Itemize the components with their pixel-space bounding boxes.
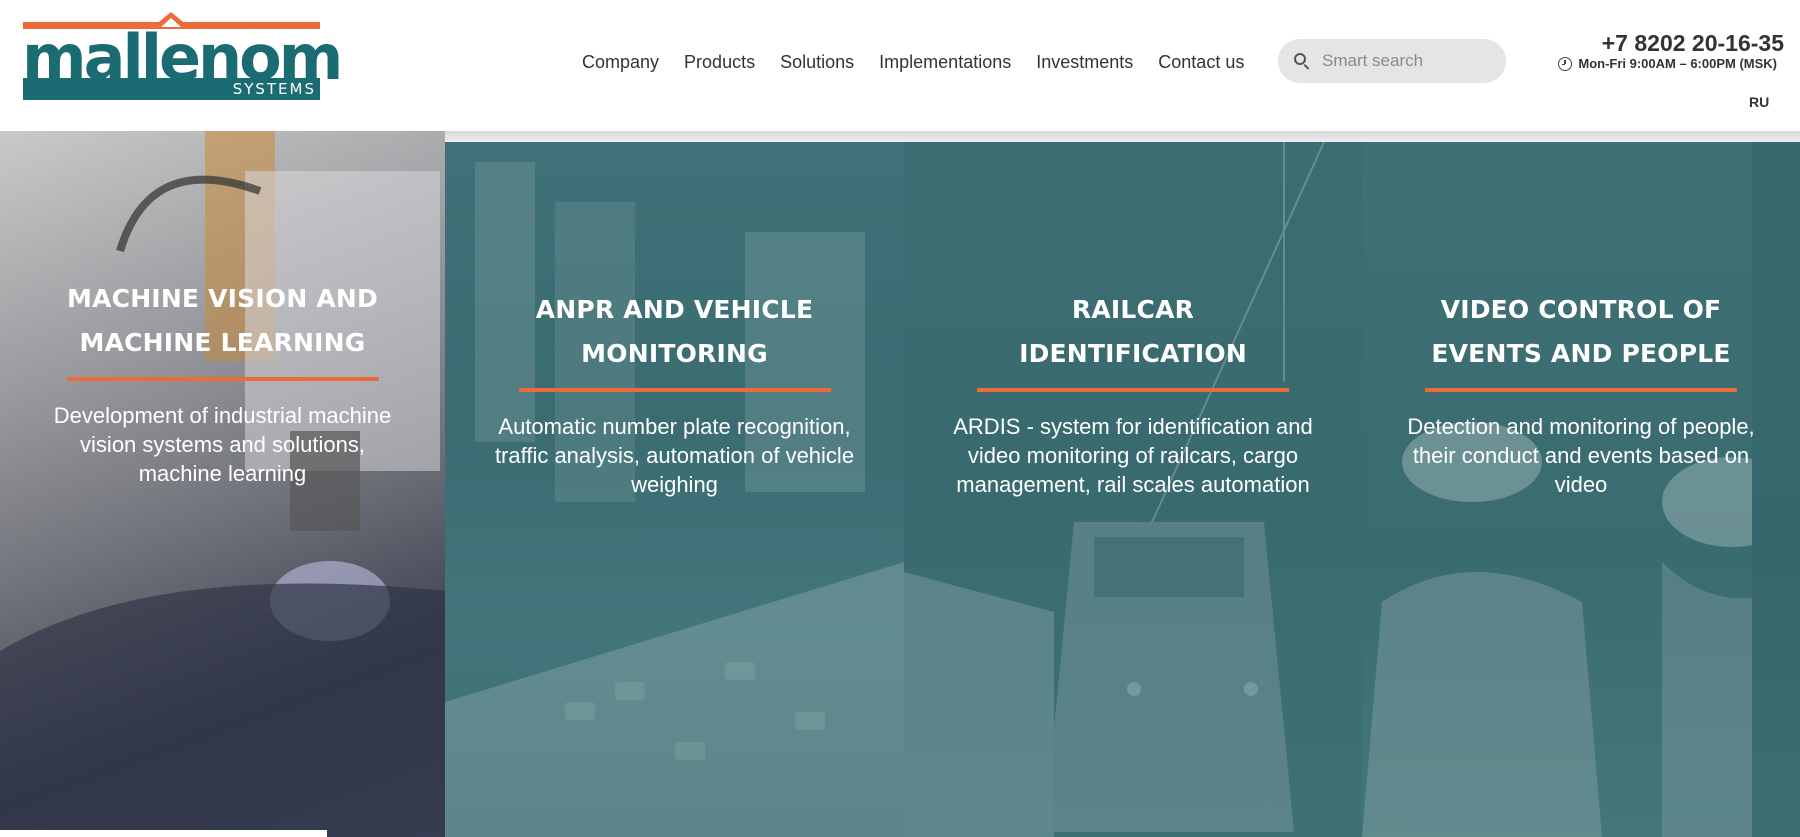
panel-title-line1: ANPR AND VEHICLE [535, 295, 814, 324]
panel-description: Development of industrial machine vision… [53, 403, 392, 486]
panel-divider [518, 388, 831, 392]
panel-machine-vision[interactable]: MACHINE VISION AND MACHINE LEARNING Deve… [0, 131, 445, 837]
panel-title-line2: IDENTIFICATION [1019, 339, 1247, 368]
nav-item-products[interactable]: Products [684, 50, 755, 74]
phone-number[interactable]: +7 8202 20-16-35 [1602, 29, 1784, 57]
main-nav: Company Products Solutions Implementatio… [582, 50, 1269, 74]
panel-title: MACHINE VISION AND MACHINE LEARNING [0, 277, 445, 365]
panel-title-line2: MACHINE LEARNING [79, 328, 366, 357]
panel-title-line2: MONITORING [581, 339, 768, 368]
panel-content: VIDEO CONTROL OF EVENTS AND PEOPLE Detec… [1362, 288, 1800, 499]
panel-title-line1: MACHINE VISION AND [67, 284, 378, 313]
company-logo[interactable]: mallenom SYSTEMS [22, 12, 343, 103]
working-hours: Mon-Fri 9:00AM – 6:00PM (MSK) [1558, 56, 1777, 72]
panel-description: Detection and monitoring of people, thei… [1407, 414, 1755, 497]
nav-item-company[interactable]: Company [582, 50, 659, 74]
panel-description: ARDIS - system for identification and vi… [953, 414, 1313, 497]
smart-search-box[interactable] [1278, 39, 1506, 83]
nav-item-contact-us[interactable]: Contact us [1158, 50, 1244, 74]
panel-anpr-vehicle-monitoring[interactable]: ANPR AND VEHICLE MONITORING Automatic nu… [445, 142, 904, 837]
language-switch[interactable]: RU [1749, 94, 1769, 110]
panel-title-line2: EVENTS AND PEOPLE [1431, 339, 1731, 368]
nav-item-solutions[interactable]: Solutions [780, 50, 854, 74]
logo-subtitle: SYSTEMS [232, 80, 316, 98]
nav-item-implementations[interactable]: Implementations [879, 50, 1011, 74]
solutions-panels: MACHINE VISION AND MACHINE LEARNING Deve… [0, 131, 1800, 837]
clock-icon [1558, 57, 1573, 71]
panel-description: Automatic number plate recognition, traf… [494, 414, 855, 497]
search-input[interactable] [1322, 51, 1502, 71]
panel-divider [66, 377, 379, 381]
working-hours-text: Mon-Fri 9:00AM – 6:00PM (MSK) [1578, 56, 1777, 71]
panel-video-control-events-people[interactable]: VIDEO CONTROL OF EVENTS AND PEOPLE Detec… [1362, 142, 1800, 837]
panel-divider [1425, 388, 1737, 392]
panel-content: MACHINE VISION AND MACHINE LEARNING Deve… [0, 277, 445, 488]
bottom-floating-tab[interactable] [0, 830, 327, 837]
panel-title-line1: VIDEO CONTROL OF [1440, 295, 1722, 324]
site-header: mallenom SYSTEMS Company Products Soluti… [0, 0, 1800, 131]
panel-title: VIDEO CONTROL OF EVENTS AND PEOPLE [1362, 288, 1800, 376]
panel-content: RAILCAR IDENTIFICATION ARDIS - system fo… [904, 288, 1362, 499]
search-icon[interactable] [1292, 51, 1312, 71]
logo-band: SYSTEMS [23, 78, 320, 100]
panel-title: ANPR AND VEHICLE MONITORING [445, 288, 904, 376]
panel-content: ANPR AND VEHICLE MONITORING Automatic nu… [445, 288, 904, 499]
nav-item-investments[interactable]: Investments [1036, 50, 1133, 74]
panel-title-line1: RAILCAR [1071, 295, 1195, 324]
panel-divider [977, 388, 1289, 392]
panel-title: RAILCAR IDENTIFICATION [904, 288, 1362, 376]
panel-railcar-identification[interactable]: RAILCAR IDENTIFICATION ARDIS - system fo… [904, 142, 1362, 837]
